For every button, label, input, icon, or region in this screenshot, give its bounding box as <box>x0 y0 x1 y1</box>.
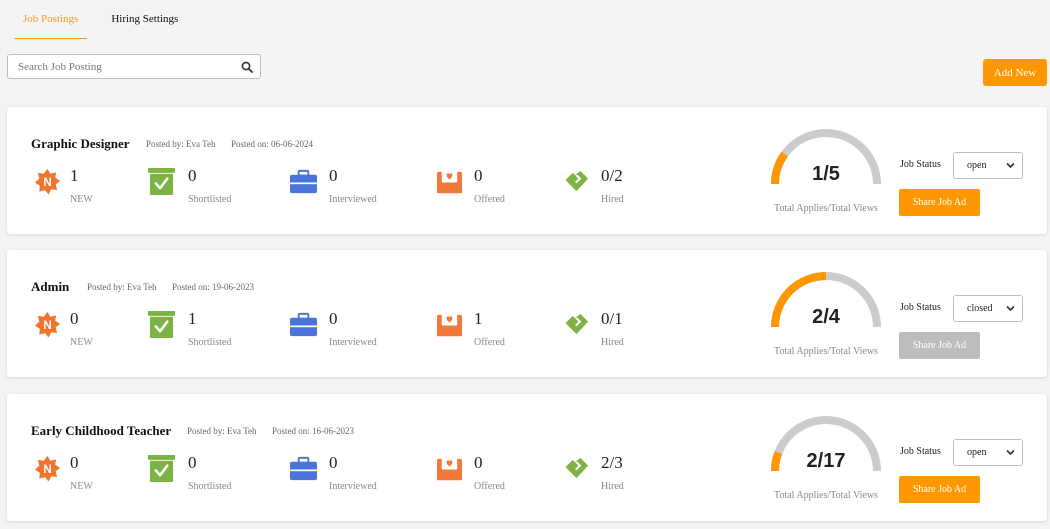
job-title[interactable]: Early Childhood Teacher <box>31 423 171 439</box>
stat-label: Hired <box>601 337 624 348</box>
tab-bar: Job Postings Hiring Settings <box>14 0 187 39</box>
search-box <box>7 54 261 79</box>
job-status-label: Job Status <box>900 302 941 313</box>
stat-label: Shortlisted <box>188 194 232 205</box>
stat-value: 0 <box>70 309 79 328</box>
offer-envelope-icon <box>436 311 463 338</box>
job-title[interactable]: Graphic Designer <box>31 136 130 152</box>
offer-envelope-icon <box>436 168 463 195</box>
stat-label: Offered <box>474 481 505 492</box>
job-status-select[interactable]: closed <box>953 295 1023 322</box>
stat-value: 0 <box>70 453 79 472</box>
gauge-label: Total Applies/Total Views <box>774 490 878 501</box>
briefcase-icon <box>290 311 317 338</box>
job-card: Graphic Designer Posted by: Eva Teh Posted… <box>7 107 1047 234</box>
stat-value: 2/3 <box>601 453 623 472</box>
stat-value: 0/1 <box>601 309 623 328</box>
job-status-value: open <box>967 160 987 171</box>
stat-value: 0 <box>188 453 197 472</box>
job-card: Early Childhood Teacher Posted by: Eva Te… <box>7 394 1047 521</box>
stat-value: 1 <box>474 309 483 328</box>
stat-value: 1 <box>70 166 79 185</box>
handshake-icon <box>563 455 590 482</box>
gauge-label: Total Applies/Total Views <box>774 203 878 214</box>
stat-label: Interviewed <box>329 194 377 205</box>
job-status-value: closed <box>967 303 993 314</box>
briefcase-icon <box>290 168 317 195</box>
shortlisted-icon <box>148 455 175 482</box>
tab-job-postings[interactable]: Job Postings <box>14 0 88 39</box>
chevron-down-icon <box>1006 305 1015 312</box>
shortlisted-icon <box>148 168 175 195</box>
job-title[interactable]: Admin <box>31 279 69 295</box>
stat-value: 0 <box>329 453 338 472</box>
stat-value: 0 <box>474 166 483 185</box>
posted-on: Posted on: 16-06-2023 <box>272 426 354 436</box>
posted-on: Posted on: 06-06-2024 <box>231 139 313 149</box>
tab-hiring-settings[interactable]: Hiring Settings <box>102 0 187 38</box>
stat-label: Offered <box>474 194 505 205</box>
briefcase-icon <box>290 455 317 482</box>
posted-on: Posted on: 19-06-2023 <box>172 282 254 292</box>
posted-by: Posted by: Eva Teh <box>146 139 216 149</box>
new-badge-icon: N <box>34 168 61 195</box>
chevron-down-icon <box>1006 449 1015 456</box>
svg-text:N: N <box>43 464 51 476</box>
new-badge-icon: N <box>34 311 61 338</box>
stat-value: 0 <box>329 166 338 185</box>
posted-by: Posted by: Eva Teh <box>87 282 157 292</box>
job-card: Admin Posted by: Eva Teh Posted on: 19-06-… <box>7 250 1047 377</box>
share-job-ad-button[interactable]: Share Job Ad <box>899 332 980 359</box>
stat-value: 1 <box>188 309 197 328</box>
add-new-button[interactable]: Add New <box>983 59 1047 86</box>
stat-label: Hired <box>601 481 624 492</box>
applies-views-ratio: 2/4 <box>812 306 840 328</box>
share-job-ad-button[interactable]: Share Job Ad <box>899 189 980 216</box>
stat-value: 0 <box>329 309 338 328</box>
search-input[interactable] <box>8 55 238 78</box>
stat-label: Offered <box>474 337 505 348</box>
posted-by: Posted by: Eva Teh <box>187 426 257 436</box>
chevron-down-icon <box>1006 162 1015 169</box>
search-icon[interactable] <box>241 61 253 73</box>
svg-text:N: N <box>43 177 51 189</box>
svg-text:N: N <box>43 320 51 332</box>
stat-label: Shortlisted <box>188 481 232 492</box>
stat-value: 0/2 <box>601 166 623 185</box>
handshake-icon <box>563 168 590 195</box>
job-status-label: Job Status <box>900 159 941 170</box>
share-job-ad-button[interactable]: Share Job Ad <box>899 476 980 503</box>
job-status-select[interactable]: open <box>953 439 1023 466</box>
stat-value: 0 <box>474 453 483 472</box>
stat-label: Hired <box>601 194 624 205</box>
applies-views-ratio: 2/17 <box>806 450 846 472</box>
stat-label: NEW <box>70 337 93 348</box>
job-status-select[interactable]: open <box>953 152 1023 179</box>
stat-value: 0 <box>188 166 197 185</box>
stat-label: NEW <box>70 194 93 205</box>
job-status-value: open <box>967 447 987 458</box>
new-badge-icon: N <box>34 455 61 482</box>
job-status-label: Job Status <box>900 446 941 457</box>
stat-label: Interviewed <box>329 481 377 492</box>
gauge-label: Total Applies/Total Views <box>774 346 878 357</box>
stat-label: Shortlisted <box>188 337 232 348</box>
shortlisted-icon <box>148 311 175 338</box>
offer-envelope-icon <box>436 455 463 482</box>
handshake-icon <box>563 311 590 338</box>
applies-views-ratio: 1/5 <box>812 163 840 185</box>
stat-label: Interviewed <box>329 337 377 348</box>
stat-label: NEW <box>70 481 93 492</box>
